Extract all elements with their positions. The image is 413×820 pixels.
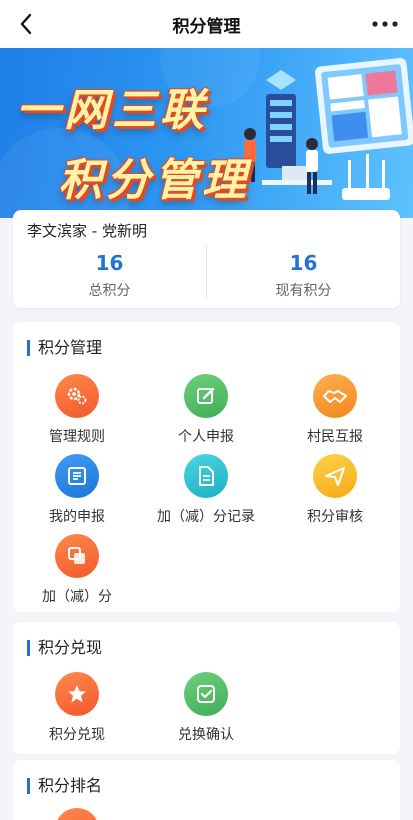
current-points-stat: 16 现有积分 bbox=[207, 250, 400, 300]
tile-label: 兑换确认 bbox=[178, 727, 234, 743]
current-points-label: 现有积分 bbox=[275, 283, 332, 299]
banner-headline-1: 一网三联 bbox=[16, 85, 208, 136]
banner-headline-2: 积分管理 bbox=[58, 155, 250, 206]
back-button[interactable] bbox=[10, 8, 42, 40]
tile-points-review[interactable]: 积分审核 bbox=[273, 454, 397, 526]
tile-personal-report[interactable]: 个人申报 bbox=[144, 374, 268, 446]
tile-label: 加（减）分 bbox=[42, 589, 112, 605]
current-points-value: 16 bbox=[289, 251, 318, 275]
tile-label: 加（减）分记录 bbox=[157, 509, 255, 525]
tile-points-redeem[interactable]: 积分兑现 bbox=[15, 672, 139, 744]
household-name: 李文滨家 - 党新明 bbox=[27, 222, 147, 240]
more-dots-icon bbox=[372, 21, 398, 27]
tile-management-rules[interactable]: 管理规则 bbox=[15, 374, 139, 446]
document-list-icon bbox=[55, 454, 99, 498]
points-summary-card: 李文滨家 - 党新明 16 总积分 16 现有积分 bbox=[13, 210, 400, 308]
more-button[interactable] bbox=[367, 10, 403, 38]
points-ranking-section: 积分排名 bbox=[13, 760, 400, 820]
navigation-bar: 积分管理 bbox=[0, 0, 413, 48]
tile-points-record[interactable]: 加（减）分记录 bbox=[144, 454, 268, 526]
points-management-section: 积分管理 管理规则 个人申报 村民互报 我的申报 加（减）分记录 积分审核 加（… bbox=[13, 322, 400, 612]
paper-plane-icon bbox=[313, 454, 357, 498]
edit-icon bbox=[184, 374, 228, 418]
total-points-label: 总积分 bbox=[88, 283, 131, 299]
page-title: 积分管理 bbox=[172, 16, 241, 37]
tile-points-adjust[interactable]: 加（减）分 bbox=[15, 534, 139, 606]
tile-label: 个人申报 bbox=[178, 429, 234, 445]
section-title: 积分管理 bbox=[27, 340, 102, 356]
total-points-stat: 16 总积分 bbox=[13, 250, 206, 300]
gears-icon bbox=[55, 374, 99, 418]
copy-icon bbox=[55, 534, 99, 578]
tile-label: 积分兑现 bbox=[49, 727, 105, 743]
star-icon bbox=[55, 672, 99, 716]
file-icon bbox=[184, 454, 228, 498]
ranking-tile-icon[interactable] bbox=[55, 808, 99, 820]
tile-redeem-confirm[interactable]: 兑换确认 bbox=[144, 672, 268, 744]
tile-label: 积分审核 bbox=[307, 509, 363, 525]
handshake-icon bbox=[313, 374, 357, 418]
section-title: 积分兑现 bbox=[27, 640, 102, 656]
check-icon bbox=[184, 672, 228, 716]
total-points-value: 16 bbox=[95, 251, 124, 275]
section-title: 积分排名 bbox=[27, 778, 102, 794]
tile-my-reports[interactable]: 我的申报 bbox=[15, 454, 139, 526]
points-redeem-section: 积分兑现 积分兑现 兑换确认 bbox=[13, 622, 400, 754]
tile-label: 我的申报 bbox=[49, 509, 105, 525]
chevron-left-icon bbox=[20, 13, 32, 35]
tile-villager-report[interactable]: 村民互报 bbox=[273, 374, 397, 446]
banner: 一网三联 积分管理 bbox=[0, 48, 413, 218]
tile-label: 村民互报 bbox=[307, 429, 363, 445]
tile-label: 管理规则 bbox=[49, 429, 105, 445]
